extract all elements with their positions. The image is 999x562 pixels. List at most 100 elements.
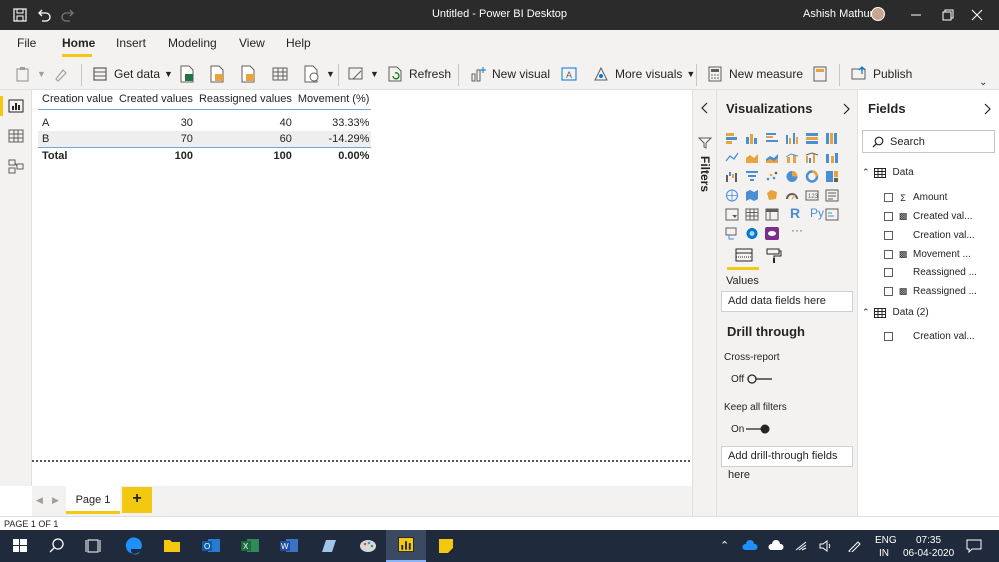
onedrive-cloud-icon[interactable] — [742, 540, 758, 552]
recent-sources-button[interactable]: ▼ — [303, 64, 335, 84]
matrix-visual[interactable]: Creation value Created values Reassigned… — [38, 93, 372, 164]
funnel-chart-icon[interactable] — [745, 170, 759, 183]
pie-chart-icon[interactable] — [785, 170, 799, 183]
search-input[interactable]: Search — [862, 130, 995, 153]
treemap-icon[interactable] — [825, 170, 839, 183]
new-measure-button[interactable]: New measure — [706, 64, 803, 84]
custom-visual-icon[interactable] — [765, 227, 779, 240]
previous-page-arrow-icon[interactable]: ◀ — [36, 495, 43, 506]
power-bi-taskbar-icon[interactable] — [386, 530, 426, 562]
cloud-icon[interactable] — [768, 540, 784, 552]
shape-map-icon[interactable] — [765, 189, 779, 202]
filled-map-icon[interactable] — [745, 189, 759, 202]
field-item[interactable]: ▩ Reassigned ... — [884, 286, 977, 297]
more-visuals-button[interactable]: More visuals ▼ — [592, 64, 695, 84]
area-chart-icon[interactable] — [745, 151, 759, 164]
minimize-icon[interactable] — [904, 4, 928, 26]
word-icon[interactable]: W — [269, 530, 309, 562]
wifi-icon[interactable] — [794, 540, 810, 552]
slicer-icon[interactable] — [725, 208, 739, 221]
tab-modeling[interactable]: Modeling — [168, 36, 217, 50]
field-checkbox[interactable] — [884, 250, 893, 259]
field-item[interactable]: Creation val... — [884, 230, 975, 241]
map-icon[interactable] — [725, 189, 739, 202]
show-hidden-icons-chevron-icon[interactable]: ⌃ — [720, 539, 729, 552]
table-node-data[interactable]: ⌃ Data — [862, 167, 914, 178]
cross-report-toggle[interactable] — [747, 374, 773, 384]
volume-icon[interactable] — [818, 540, 834, 552]
line-and-clustered-column-icon[interactable] — [805, 151, 819, 164]
collapse-chevron-right-icon[interactable] — [983, 103, 991, 115]
waterfall-chart-icon[interactable] — [725, 170, 739, 183]
collapse-chevron-right-icon[interactable] — [842, 103, 850, 115]
tab-help[interactable]: Help — [286, 36, 311, 50]
total-row[interactable]: Total 100 100 0.00% — [38, 147, 372, 164]
task-view-icon[interactable] — [73, 530, 113, 562]
clock-date[interactable]: 06-04-2020 — [903, 548, 954, 559]
keep-all-filters-toggle[interactable] — [745, 424, 771, 434]
field-item[interactable]: ▩ Movement ... — [884, 249, 971, 260]
line-and-column-chart-icon[interactable] — [785, 151, 799, 164]
multi-row-card-icon[interactable] — [825, 189, 839, 202]
stacked-column-chart-icon[interactable] — [745, 132, 759, 145]
collapse-ribbon-button[interactable]: ⌄ — [979, 72, 987, 92]
qa-visual-icon[interactable] — [745, 227, 759, 240]
dataset-source-button[interactable] — [209, 64, 230, 84]
edge-browser-icon[interactable] — [114, 530, 154, 562]
tab-file[interactable]: File — [17, 36, 36, 50]
tab-insert[interactable]: Insert — [116, 36, 146, 50]
field-item[interactable]: Σ Amount — [884, 192, 947, 203]
matrix-visual-icon[interactable] — [765, 208, 779, 221]
card-icon[interactable]: 123 — [805, 189, 819, 202]
excel-source-button[interactable] — [179, 64, 200, 84]
sticky-notes-icon[interactable] — [426, 530, 466, 562]
avatar[interactable] — [871, 7, 885, 21]
donut-chart-icon[interactable] — [805, 170, 819, 183]
report-view-icon[interactable] — [8, 98, 24, 114]
file-explorer-icon[interactable] — [152, 530, 192, 562]
more-visuals-ellipsis[interactable]: ··· — [791, 223, 803, 237]
expand-chevron-left-icon[interactable] — [700, 102, 710, 114]
table-node-data-2[interactable]: ⌃ Data (2) — [862, 307, 929, 318]
values-drop-zone[interactable]: Add data fields here — [721, 291, 853, 312]
python-visual-icon[interactable]: Py — [810, 206, 824, 220]
new-visual-button[interactable]: New visual — [469, 64, 550, 84]
format-painter-button[interactable] — [52, 64, 75, 84]
windows-start-icon[interactable] — [0, 530, 40, 562]
field-checkbox[interactable] — [884, 193, 893, 202]
enter-data-button[interactable] — [271, 64, 294, 84]
scatter-chart-icon[interactable] — [765, 170, 779, 183]
publish-button[interactable]: Publish — [850, 64, 912, 84]
stacked-bar-chart-icon[interactable] — [725, 132, 739, 145]
filters-label[interactable]: Filters — [698, 156, 712, 192]
sql-source-button[interactable] — [240, 64, 261, 84]
ribbon-chart-icon[interactable] — [825, 151, 839, 164]
field-item[interactable]: Reassigned ... — [884, 267, 977, 278]
field-checkbox[interactable] — [884, 268, 893, 277]
excel-icon[interactable]: X — [230, 530, 270, 562]
fields-well-icon[interactable] — [735, 248, 753, 262]
table-row[interactable]: A 30 40 33.33% — [38, 115, 371, 131]
input-locale[interactable]: IN — [879, 548, 889, 559]
r-script-visual-icon[interactable]: R — [790, 205, 800, 221]
table-row[interactable]: B 70 60 -14.29% — [38, 131, 372, 148]
get-data-button[interactable]: Get data ▼ — [91, 64, 173, 84]
outlook-icon[interactable]: O — [191, 530, 231, 562]
input-language[interactable]: ENG — [875, 535, 897, 546]
model-view-icon[interactable] — [8, 158, 24, 174]
text-box-button[interactable]: A — [560, 64, 583, 84]
field-checkbox[interactable] — [884, 212, 893, 221]
field-checkbox[interactable] — [884, 287, 893, 296]
stacked-area-chart-icon[interactable] — [765, 151, 779, 164]
column-header[interactable]: Created values — [114, 93, 195, 110]
restore-icon[interactable] — [935, 4, 959, 26]
clustered-bar-chart-icon[interactable] — [765, 132, 779, 145]
field-checkbox[interactable] — [884, 231, 893, 240]
decomposition-tree-icon[interactable] — [725, 227, 739, 240]
table-visual-icon[interactable] — [745, 208, 759, 221]
filters-pane-collapsed[interactable]: Filters — [692, 90, 717, 516]
quick-measure-button[interactable] — [812, 64, 833, 84]
search-icon[interactable] — [36, 530, 76, 562]
100-stacked-column-icon[interactable] — [825, 132, 839, 145]
notepad-icon[interactable] — [308, 530, 348, 562]
